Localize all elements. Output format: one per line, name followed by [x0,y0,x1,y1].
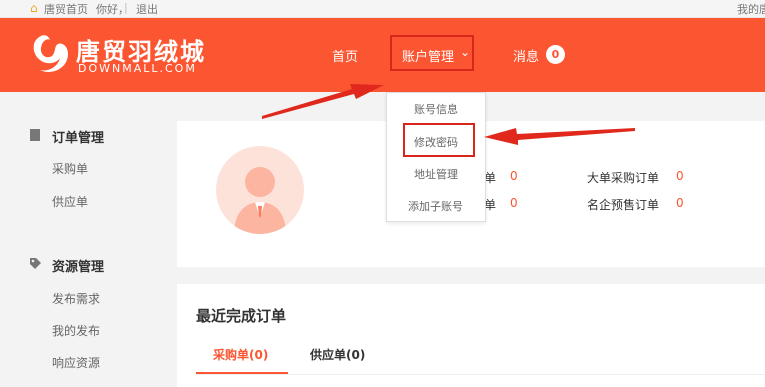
message-count-badge: 0 [546,45,565,64]
document-icon [30,129,40,141]
stat-label-presale: 名企预售订单 [587,198,660,212]
stat-value[interactable]: 0 [510,196,518,210]
chevron-down-icon: ⌄ [460,45,471,59]
top-utility-bar: ⌂ 唐贸首页 你好， | 退出 我的唐贸 [0,0,765,18]
tab-divider [196,374,765,375]
logout-link[interactable]: 退出 [136,1,158,17]
swan-logo-icon[interactable] [28,30,72,78]
sidebar-resources-title: 资源管理 [52,260,105,275]
home-link[interactable]: 唐贸首页 [44,1,88,17]
recent-orders-title: 最近完成订单 [196,307,287,325]
nav-account-label: 账户管理 [402,50,455,65]
brand-domain: DOWNMALL.COM [78,62,197,75]
menu-item-add-sub-account[interactable]: 添加子账号 [408,198,463,214]
site-header: 唐贸羽绒城 DOWNMALL.COM 首页 账户管理 ⌄ 消息 0 [0,18,765,92]
sidebar-item-response-resources[interactable]: 响应资源 [52,354,100,371]
stat-value-presale[interactable]: 0 [676,196,684,210]
nav-messages[interactable]: 消息 [513,46,539,65]
sidebar-orders-title: 订单管理 [52,131,105,146]
home-icon: ⌂ [30,1,38,15]
stat-value-bulk-purchase[interactable]: 0 [676,169,684,183]
sidebar-item-my-publications[interactable]: 我的发布 [52,322,100,339]
stat-label-bulk-purchase: 大单采购订单 [587,171,660,185]
highlight-box [403,123,475,157]
tag-icon [30,258,41,269]
menu-item-address-management[interactable]: 地址管理 [414,166,458,182]
sidebar-item-publish-demand[interactable]: 发布需求 [52,290,100,307]
stat-value[interactable]: 0 [510,169,518,183]
nav-home[interactable]: 首页 [332,46,358,65]
tab-purchase-orders[interactable]: 采购单(0) [213,346,268,363]
sidebar-item-purchase-orders[interactable]: 采购单 [52,160,88,177]
menu-item-account-info[interactable]: 账号信息 [414,101,458,117]
topbar-separator: | [124,1,128,14]
my-account-link[interactable]: 我的唐贸 [737,1,765,17]
sidebar-item-supply-orders[interactable]: 供应单 [52,193,88,210]
nav-account-management[interactable]: 账户管理 ⌄ [390,35,474,71]
user-avatar-icon [234,167,286,234]
avatar[interactable] [216,146,304,234]
tab-supply-orders[interactable]: 供应单(0) [310,346,365,363]
